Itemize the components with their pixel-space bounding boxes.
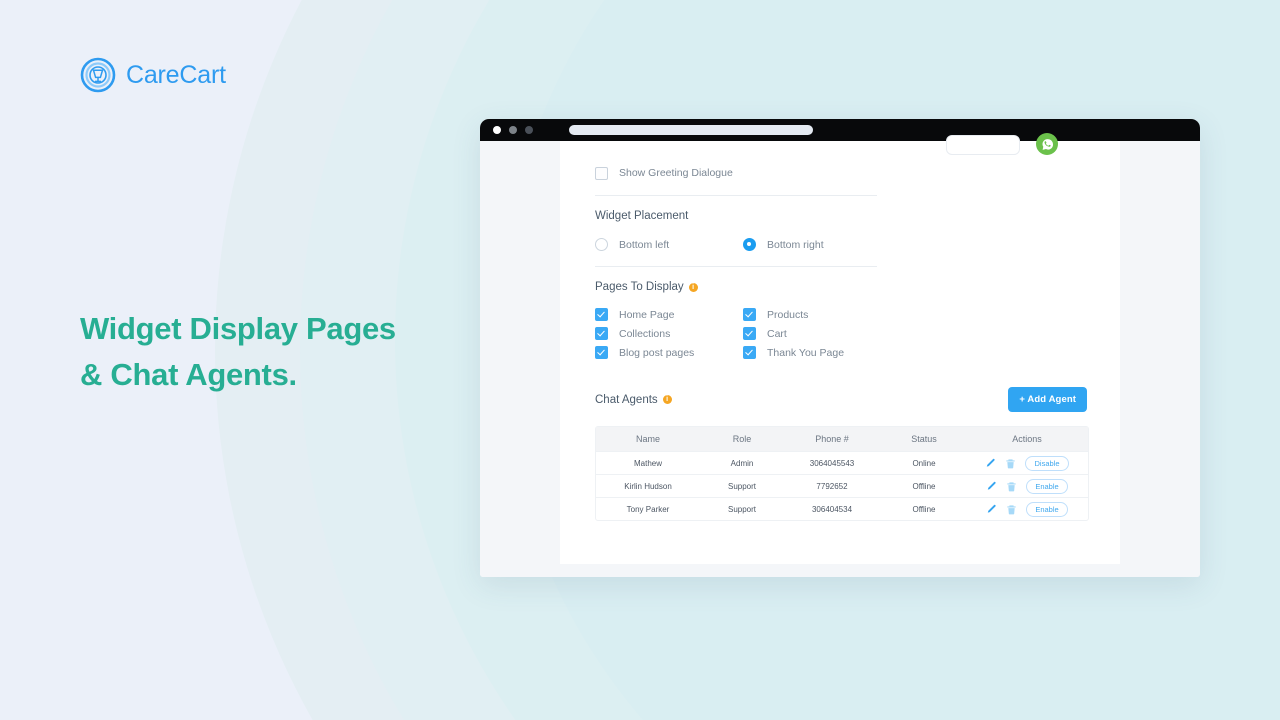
show-greeting-dialogue-checkbox[interactable] <box>595 166 608 180</box>
divider-1 <box>595 195 877 196</box>
agent-name: Mathew <box>633 458 662 468</box>
divider-2 <box>595 266 877 267</box>
checkbox-products[interactable]: Products <box>743 308 891 321</box>
agent-phone: 7792652 <box>816 481 848 491</box>
agent-status: Online <box>912 458 936 468</box>
checkbox-cart[interactable]: Cart <box>743 327 891 340</box>
thank-you-page-label: Thank You Page <box>767 346 845 359</box>
checkbox-home-page[interactable]: Home Page <box>595 308 743 321</box>
pages-to-display-title: Pages To Display <box>595 281 684 293</box>
window-close-dot-icon[interactable] <box>493 126 501 134</box>
bottom-left-label: Bottom left <box>619 238 670 251</box>
delete-trash-icon[interactable] <box>1006 504 1017 515</box>
products-checkbox[interactable] <box>743 308 756 321</box>
agent-status: Offline <box>912 481 936 491</box>
agent-role: Support <box>727 504 757 514</box>
cart-label: Cart <box>767 327 787 340</box>
bottom-right-radio[interactable] <box>743 238 756 251</box>
checkbox-blog-post-pages[interactable]: Blog post pages <box>595 346 743 359</box>
browser-address-bar[interactable] <box>569 125 813 135</box>
toggle-agent-button[interactable]: Enable <box>1026 501 1068 517</box>
table-header-row: Name Role Phone # Status Actions <box>596 427 1088 451</box>
column-header-name: Name <box>635 434 660 444</box>
cart-checkbox[interactable] <box>743 327 756 340</box>
chat-agents-heading: Chat Agents i <box>595 394 672 406</box>
agent-role: Support <box>727 481 757 491</box>
agent-status: Offline <box>912 504 936 514</box>
thank-you-page-checkbox[interactable] <box>743 346 756 359</box>
column-header-role: Role <box>732 434 752 444</box>
agent-name: Kirlin Hudson <box>624 481 672 491</box>
greeting-dialogue-row[interactable]: Show Greeting Dialogue <box>595 163 1087 183</box>
bottom-left-radio[interactable] <box>595 238 608 251</box>
agent-actions: Disable <box>968 455 1086 471</box>
browser-viewport: Show Greeting Dialogue Widget Placement … <box>480 133 1200 577</box>
whatsapp-chat-bubble-icon[interactable] <box>1036 133 1058 155</box>
browser-window: Show Greeting Dialogue Widget Placement … <box>480 119 1200 577</box>
agent-phone: 306404534 <box>811 504 853 514</box>
blog-post-pages-label: Blog post pages <box>619 346 695 359</box>
pages-to-display-heading: Pages To Display i <box>595 281 1087 293</box>
browser-titlebar <box>480 119 1200 141</box>
show-greeting-dialogue-label: Show Greeting Dialogue <box>619 167 733 179</box>
bottom-right-label: Bottom right <box>767 238 824 251</box>
checkbox-collections[interactable]: Collections <box>595 327 743 340</box>
home-page-checkbox[interactable] <box>595 308 608 321</box>
headline-line-1: Widget Display Pages <box>80 311 396 346</box>
window-minimize-dot-icon[interactable] <box>509 126 517 134</box>
headline-line-2: & Chat Agents. <box>80 356 297 392</box>
edit-pencil-icon[interactable] <box>986 481 997 492</box>
widget-placement-options: Bottom left Bottom right <box>595 238 1087 251</box>
collections-checkbox[interactable] <box>595 327 608 340</box>
edit-pencil-icon[interactable] <box>986 504 997 515</box>
agent-role: Admin <box>730 458 754 468</box>
agent-phone: 3064045543 <box>809 458 855 468</box>
blog-post-pages-checkbox[interactable] <box>595 346 608 359</box>
widget-preview-pill <box>946 135 1020 155</box>
info-icon[interactable]: i <box>662 395 672 404</box>
page-title: Widget Display Pages & Chat Agents. <box>80 306 480 398</box>
table-row[interactable]: Kirlin Hudson Support 7792652 Offline En… <box>596 474 1088 497</box>
pages-to-display-options: Home Page Products Collections Cart Blog… <box>595 308 1087 359</box>
brand-name: CareCart <box>126 60 226 89</box>
collections-label: Collections <box>619 327 671 340</box>
column-header-phone: Phone # <box>815 434 849 444</box>
add-agent-button[interactable]: + Add Agent <box>1008 387 1087 412</box>
column-header-actions: Actions <box>1012 434 1042 444</box>
table-row[interactable]: Tony Parker Support 306404534 Offline En… <box>596 497 1088 520</box>
app-content-card: Show Greeting Dialogue Widget Placement … <box>560 133 1120 564</box>
radio-bottom-left[interactable]: Bottom left <box>595 238 743 251</box>
edit-pencil-icon[interactable] <box>985 458 996 469</box>
chat-agents-table: Name Role Phone # Status Actions Mathew … <box>595 426 1089 521</box>
chat-agents-header: Chat Agents i + Add Agent <box>595 387 1087 412</box>
chat-agents-title: Chat Agents <box>595 393 658 406</box>
delete-trash-icon[interactable] <box>1005 458 1016 469</box>
products-label: Products <box>767 308 809 321</box>
brand-logo: CareCart <box>80 57 226 93</box>
home-page-label: Home Page <box>619 308 675 321</box>
column-header-status: Status <box>911 434 937 444</box>
checkbox-thank-you-page[interactable]: Thank You Page <box>743 346 891 359</box>
radio-bottom-right[interactable]: Bottom right <box>743 238 891 251</box>
agent-actions: Enable <box>968 478 1086 494</box>
toggle-agent-button[interactable]: Enable <box>1026 478 1068 494</box>
widget-placement-title: Widget Placement <box>595 210 689 222</box>
settings-form: Show Greeting Dialogue Widget Placement … <box>595 163 1089 521</box>
window-maximize-dot-icon[interactable] <box>525 126 533 134</box>
widget-placement-heading: Widget Placement <box>595 210 1087 222</box>
agent-name: Tony Parker <box>626 504 670 514</box>
delete-trash-icon[interactable] <box>1006 481 1017 492</box>
agent-actions: Enable <box>968 501 1086 517</box>
carecart-circle-cart-icon <box>80 57 116 93</box>
info-icon[interactable]: i <box>688 282 698 292</box>
toggle-agent-button[interactable]: Disable <box>1025 455 1069 471</box>
table-row[interactable]: Mathew Admin 3064045543 Online Disable <box>596 451 1088 474</box>
